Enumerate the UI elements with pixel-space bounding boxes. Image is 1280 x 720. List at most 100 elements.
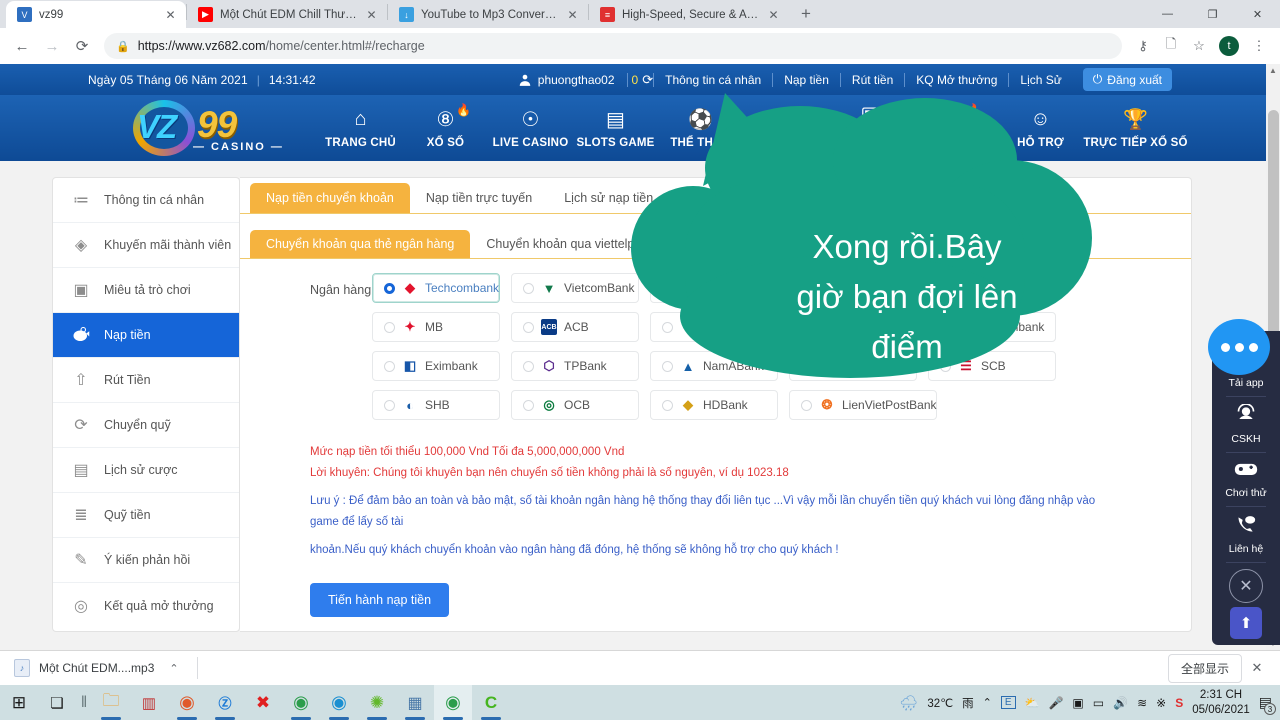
site-logo[interactable]: VZ 99 — CASINO — — [125, 100, 300, 156]
tab-close-icon[interactable]: ✕ — [766, 7, 781, 22]
battery-icon[interactable]: ▭ — [1093, 696, 1104, 710]
nav-item-promotions[interactable]: 🔥 🎁 KHUYẾN MÃI — [913, 103, 998, 149]
sidebar-item-withdraw[interactable]: ⇧ Rút Tiền — [53, 358, 239, 403]
network-icon[interactable]: ※ — [1156, 696, 1166, 710]
radio-icon[interactable] — [523, 321, 534, 333]
nav-item-support[interactable]: ☺ HỖ TRỢ — [998, 108, 1083, 149]
download-item[interactable]: ♪ Một Chút EDM....mp3 ⌃ — [14, 659, 179, 677]
chevron-up-icon[interactable]: ⌃ — [169, 662, 178, 675]
bank-option-lienvietpostbank[interactable]: ❂ LienVietPostBank — [789, 390, 937, 420]
reload-icon[interactable]: ⟳ — [68, 32, 96, 60]
radio-icon[interactable] — [801, 399, 812, 411]
topbar-link-profile[interactable]: Thông tin cá nhân — [654, 73, 772, 87]
onedrive-icon[interactable]: ⛅ — [1025, 696, 1040, 710]
tab-close-icon[interactable]: ✕ — [163, 7, 178, 22]
refresh-balance-icon[interactable]: ⟳ — [642, 72, 653, 88]
sidebar-item-feedback[interactable]: ✎ Ý kiến phản hồi — [53, 538, 239, 583]
back-icon[interactable]: ← — [8, 32, 36, 60]
proceed-deposit-button[interactable]: Tiến hành nạp tiền — [310, 583, 450, 617]
logout-button[interactable]: ⏻ Đăng xuất — [1082, 68, 1172, 91]
new-tab-button[interactable]: + — [793, 1, 819, 27]
tab-online-deposit[interactable]: Nạp tiền trực tuyến — [410, 183, 548, 213]
tab-close-icon[interactable]: ✕ — [364, 7, 379, 22]
task-view-button[interactable]: ❏ — [38, 685, 76, 720]
xmind-button[interactable]: ✖ — [244, 685, 282, 720]
sidebar-item-bet-history[interactable]: ▤ Lịch sử cược — [53, 448, 239, 493]
radio-icon[interactable] — [523, 282, 534, 294]
bank-option-shb[interactable]: ◐ SHB — [372, 390, 500, 420]
chrome-menu-icon[interactable]: ⋮ — [1246, 33, 1272, 59]
sidebar-item-member-promos[interactable]: ◈ Khuyến mãi thành viên — [53, 223, 239, 268]
wifi-icon[interactable]: ≋ — [1137, 696, 1147, 710]
close-downloads-bar-icon[interactable]: ✕ — [1244, 660, 1270, 676]
ime-indicator-icon[interactable]: E — [1000, 696, 1016, 709]
profile-avatar[interactable]: t — [1219, 36, 1239, 56]
user-chip[interactable]: phuongthao02 — [518, 73, 627, 87]
file-explorer-button[interactable]: 🗀 — [92, 685, 130, 720]
coccoc-browser-button[interactable]: ◉ — [168, 685, 206, 720]
forward-icon[interactable]: → — [38, 32, 66, 60]
maximize-button[interactable]: ❐ — [1190, 0, 1235, 28]
camtasia-button[interactable]: C — [472, 685, 510, 720]
notification-center-button[interactable]: ▤ 3 — [1259, 694, 1276, 715]
bank-option-hdbank[interactable]: ◆ HDBank — [650, 390, 778, 420]
taskbar-clock[interactable]: 2:31 CH 05/06/2021 — [1192, 688, 1250, 718]
calculator-button[interactable]: ▦ — [396, 685, 434, 720]
nav-item-lottery[interactable]: 🔥 ⑧ XỔ SỐ — [403, 103, 488, 149]
tab-deposit-history[interactable]: Lịch sử nạp tiền — [548, 183, 669, 213]
key-icon[interactable]: ⚷ — [1130, 33, 1156, 59]
radio-icon[interactable] — [662, 399, 673, 411]
minimize-button[interactable]: — — [1145, 0, 1190, 28]
bank-option-techcombank[interactable]: ◆ Techcombank — [372, 273, 500, 303]
ultraviewer-button[interactable]: ✺ — [358, 685, 396, 720]
nav-item-sports[interactable]: ⚽ THỂ THAO — [658, 108, 743, 149]
browser-tab-3[interactable]: ≡ High-Speed, Secure & Anonym ✕ — [589, 1, 789, 28]
radio-icon[interactable] — [662, 321, 673, 333]
edge-button[interactable]: ◉ — [320, 685, 358, 720]
radio-icon[interactable] — [662, 360, 673, 372]
bank-option-vietcombank[interactable]: ▼ VietcomBank — [511, 273, 639, 303]
browser-tab-0[interactable]: V vz99 ✕ — [6, 1, 186, 28]
tab-bank-card-transfer[interactable]: Chuyển khoản qua thẻ ngân hàng — [250, 230, 471, 258]
topbar-link-deposit[interactable]: Nạp tiền — [773, 73, 840, 87]
start-button[interactable]: ⊞ — [0, 685, 38, 720]
sogou-ime-icon[interactable]: S — [1175, 696, 1183, 710]
radio-icon[interactable] — [662, 282, 673, 294]
tab-bank-transfer[interactable]: Nạp tiền chuyển khoản — [250, 183, 410, 213]
nav-item-fishing[interactable]: 🐟 BẮN CÁ — [743, 108, 828, 149]
bookmark-star-icon[interactable]: ☆ — [1186, 33, 1212, 59]
sidebar-item-funds[interactable]: ≣ Quỹ tiền — [53, 493, 239, 538]
close-window-button[interactable]: ✕ — [1235, 0, 1280, 28]
bank-option-tpbank[interactable]: ⬡ TPBank — [511, 351, 639, 381]
sidebar-item-deposit[interactable]: Nạp tiền — [53, 313, 239, 358]
topbar-link-history[interactable]: Lịch Sử — [1009, 73, 1072, 87]
scroll-top-icon[interactable]: ⬆ — [1230, 607, 1262, 639]
topbar-link-withdraw[interactable]: Rút tiền — [841, 73, 904, 87]
bank-option-eximbank[interactable]: ◧ Eximbank — [372, 351, 500, 381]
radio-icon[interactable] — [384, 360, 395, 372]
radio-icon[interactable] — [384, 399, 395, 411]
zalo-button[interactable]: Ⓩ — [206, 685, 244, 720]
show-all-downloads-button[interactable]: 全部显示 — [1167, 653, 1242, 683]
translate-icon[interactable]: 🗋 — [1158, 33, 1184, 59]
radio-icon[interactable] — [523, 360, 534, 372]
dock-item-contact[interactable]: Liên hệ — [1212, 507, 1280, 562]
radio-icon[interactable] — [384, 321, 395, 333]
unikey-button[interactable]: ▥ — [130, 685, 168, 720]
nav-item-live-lottery[interactable]: 🏆 TRỰC TIẾP XỔ SỐ — [1083, 108, 1188, 149]
scroll-up-arrow-icon[interactable]: ▲ — [1268, 66, 1278, 75]
browser-tab-2[interactable]: ↓ YouTube to Mp3 Converter ✕ — [388, 1, 588, 28]
nav-item-card-games[interactable]: 🂠 GAME BÀI — [828, 108, 913, 149]
browser-tab-1[interactable]: ▶ Một Chút EDM Chill Thư Giãn ✕ — [187, 1, 387, 28]
nav-item-home[interactable]: ⌂ TRANG CHỦ — [318, 108, 403, 149]
dock-item-customer-service[interactable]: CSKH — [1212, 397, 1280, 452]
chat-bubble-button[interactable] — [1208, 319, 1270, 375]
tab-close-icon[interactable]: ✕ — [565, 7, 580, 22]
close-circle-icon[interactable]: ✕ — [1229, 569, 1263, 603]
address-bar[interactable]: 🔒 https://www.vz682.com/home/center.html… — [104, 33, 1122, 59]
bank-option-acb[interactable]: ACB ACB — [511, 312, 639, 342]
dock-item-try-play[interactable]: Chơi thử — [1212, 453, 1280, 506]
sidebar-item-profile[interactable]: ≔ Thông tin cá nhân — [53, 178, 239, 223]
radio-icon[interactable] — [384, 282, 395, 294]
screen-capture-icon[interactable]: ▣ — [1072, 696, 1083, 710]
